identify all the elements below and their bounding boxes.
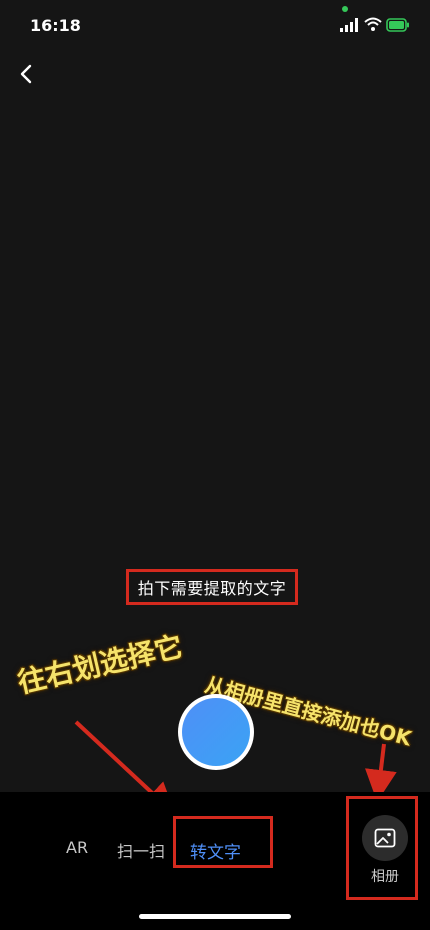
battery-icon [386,18,409,32]
home-indicator[interactable] [139,914,291,919]
camera-screen: 16:18 拍下需要提取的文字 往右划选择它 从相册里直接添加也OK AR 扫一… [0,0,430,930]
camera-in-use-dot [342,6,348,12]
status-time: 16:18 [30,16,81,35]
shutter-button[interactable] [178,694,254,770]
mode-tab-to-text[interactable]: 转文字 [190,838,241,863]
shutter-inner [182,698,250,766]
back-button[interactable] [12,58,40,90]
mode-tab-scan[interactable]: 扫一扫 [117,838,165,862]
album-button[interactable] [362,815,408,861]
status-bar: 16:18 [0,0,430,48]
album-label[interactable]: 相册 [371,866,399,886]
signal-icon [340,18,358,32]
mode-tab-ar[interactable]: AR [66,838,88,857]
wifi-icon [364,17,382,31]
capture-hint-highlight: 拍下需要提取的文字 [126,569,298,605]
chevron-left-icon [20,64,32,84]
capture-hint: 拍下需要提取的文字 [137,579,287,598]
photo-album-icon [374,828,396,848]
